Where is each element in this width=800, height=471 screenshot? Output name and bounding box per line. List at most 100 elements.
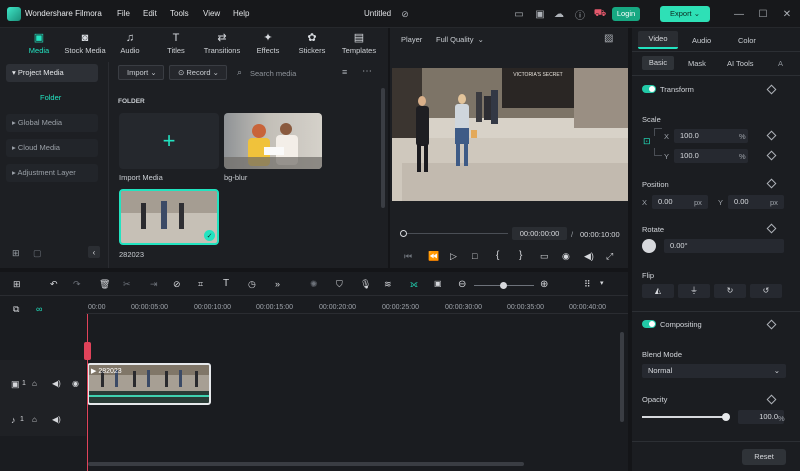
tab-stickers[interactable]: ✿ Stickers [297, 28, 327, 61]
quality-dropdown[interactable]: Full Quality ⌄ [436, 35, 484, 44]
snap-icon[interactable]: ⟗ [410, 279, 418, 290]
scale-y-input[interactable]: 100.0 [674, 149, 748, 163]
media-thumbnail-bg-blur[interactable] [224, 113, 322, 169]
microphone-icon[interactable]: 🎙︎ [360, 279, 371, 290]
tab-transitions[interactable]: ⇄ Transitions [202, 28, 242, 61]
rotate-left-icon[interactable]: ↺ [750, 284, 782, 298]
redo-icon[interactable]: ↷ [73, 279, 81, 290]
menu-file[interactable]: File [117, 9, 130, 18]
mark-out-icon[interactable]: } [519, 250, 522, 261]
undo-icon[interactable]: ↶ [50, 279, 58, 290]
split-icon[interactable]: ✂ [123, 279, 131, 290]
auto-fit-icon[interactable]: ▣ [434, 279, 442, 288]
subtab-more[interactable]: A [778, 59, 783, 68]
media-scrollbar[interactable] [381, 88, 385, 208]
monitor-output-icon[interactable]: ▭ [540, 251, 549, 262]
rotate-right-icon[interactable]: ↻ [714, 284, 746, 298]
save-icon[interactable]: ▣ [534, 8, 546, 20]
speed-icon[interactable]: ⇥ [150, 279, 158, 290]
media-thumbnail-282023[interactable]: ✓ [119, 189, 219, 245]
render-icon[interactable]: ✺ [310, 279, 318, 290]
blend-mode-select[interactable]: Normal ⌄ [642, 364, 786, 378]
player-progress-track[interactable] [402, 233, 508, 234]
tab-audio[interactable]: Audio [692, 36, 711, 45]
duration-icon[interactable]: ◷ [248, 279, 256, 290]
disable-icon[interactable]: ⊘ [173, 279, 181, 290]
sidebar-item-project-media[interactable]: ▾ Project Media [6, 64, 98, 82]
minimize-icon[interactable]: — [733, 8, 745, 20]
sidebar-item-adjustment-layer[interactable]: ▸ Adjustment Layer [6, 164, 98, 182]
menu-view[interactable]: View [203, 9, 220, 18]
chevron-down-icon[interactable]: ▾ [600, 279, 604, 287]
reset-button[interactable]: Reset [742, 449, 786, 465]
keyframe-icon[interactable] [766, 394, 777, 405]
import-dropdown[interactable]: Import ⌄ [118, 65, 164, 80]
lock-icon[interactable]: ⊡ [643, 136, 651, 147]
tab-templates[interactable]: ▤ Templates [340, 28, 378, 61]
tab-color[interactable]: Color [738, 36, 756, 45]
help-icon[interactable]: ⓘ [574, 8, 586, 22]
zoom-out-icon[interactable]: ⊖ [458, 279, 466, 290]
tab-media[interactable]: ▣ Media [28, 28, 50, 61]
layout-grid-icon[interactable]: ⊞ [13, 279, 21, 290]
volume-icon[interactable]: ◀) [52, 379, 61, 388]
playhead-line[interactable] [87, 314, 88, 471]
keyframe-icon[interactable] [766, 223, 777, 234]
subtab-mask[interactable]: Mask [688, 59, 706, 68]
login-button[interactable]: Login [612, 7, 640, 21]
more-icon[interactable]: ⋯ [362, 66, 372, 77]
export-button[interactable]: Export ⌄ [660, 6, 710, 22]
camera-icon[interactable]: ◉ [562, 251, 570, 262]
step-back-icon[interactable]: ⏪ [428, 251, 439, 262]
eye-icon[interactable]: ◉ [72, 379, 79, 388]
cloud-upload-icon[interactable]: ☁ [553, 8, 565, 20]
menu-edit[interactable]: Edit [143, 9, 157, 18]
transform-toggle[interactable] [642, 85, 656, 93]
volume-icon[interactable]: ◀) [52, 415, 61, 424]
video-preview[interactable]: VICTORIA'S SECRET [392, 68, 628, 201]
timeline-vertical-scrollbar[interactable] [620, 332, 624, 422]
previous-frame-icon[interactable]: ⏮ [404, 251, 412, 262]
tab-stock-media[interactable]: ◙ Stock Media [62, 28, 108, 61]
more-tools-icon[interactable]: » [275, 279, 280, 289]
rotate-dial[interactable] [642, 239, 656, 253]
add-track-icon[interactable]: ⧉ [13, 304, 19, 315]
tab-effects[interactable]: ✦ Effects [254, 28, 282, 61]
grid-icon[interactable]: ⠿ [584, 279, 591, 290]
keyframe-icon[interactable] [766, 84, 777, 95]
mark-in-icon[interactable]: { [496, 250, 499, 261]
keyframe-icon[interactable] [766, 178, 777, 189]
folder-icon[interactable]: ▢ [33, 248, 42, 259]
playhead-handle[interactable] [84, 342, 91, 360]
import-media-tile[interactable]: + [119, 113, 219, 169]
voiceover-icon[interactable]: ≋ [384, 279, 392, 290]
zoom-in-icon[interactable]: ⊕ [540, 279, 548, 290]
search-input[interactable]: Search media [250, 69, 296, 78]
rotate-input[interactable]: 0.00° [664, 239, 784, 253]
keyframe-icon[interactable] [766, 130, 777, 141]
opacity-slider-track[interactable] [642, 416, 726, 418]
text-icon[interactable]: T [223, 278, 229, 289]
fullscreen-icon[interactable]: ⤢ [606, 251, 613, 262]
link-icon[interactable]: ∞ [36, 304, 42, 314]
new-folder-icon[interactable]: ⊞ [12, 248, 20, 259]
collapse-sidebar-icon[interactable]: ‹ [88, 246, 100, 258]
player-progress-handle[interactable] [400, 230, 407, 237]
sidebar-item-folder[interactable]: Folder [6, 89, 98, 107]
timeline-clip[interactable]: ▶ 282023 [87, 363, 211, 405]
play-icon[interactable]: ▷ [450, 251, 457, 262]
close-icon[interactable]: ✕ [781, 8, 793, 20]
record-dropdown[interactable]: ⊙ Record ⌄ [169, 65, 227, 80]
subtab-basic[interactable]: Basic [642, 56, 674, 70]
flip-horizontal-icon[interactable]: ◭ [642, 284, 674, 298]
flip-vertical-icon[interactable]: ⏚ [678, 284, 710, 298]
tab-audio[interactable]: ♫ Audio [118, 28, 142, 61]
menu-help[interactable]: Help [233, 9, 249, 18]
zoom-slider-handle[interactable] [500, 282, 507, 289]
snapshot-icon[interactable]: ▨ [604, 33, 613, 44]
compositing-toggle[interactable] [642, 320, 656, 328]
sidebar-item-global-media[interactable]: ▸ Global Media [6, 114, 98, 132]
monitor-icon[interactable]: ▭ [513, 8, 525, 20]
scale-x-input[interactable]: 100.0 [674, 129, 748, 143]
cart-icon[interactable]: ⛟ [594, 8, 607, 20]
